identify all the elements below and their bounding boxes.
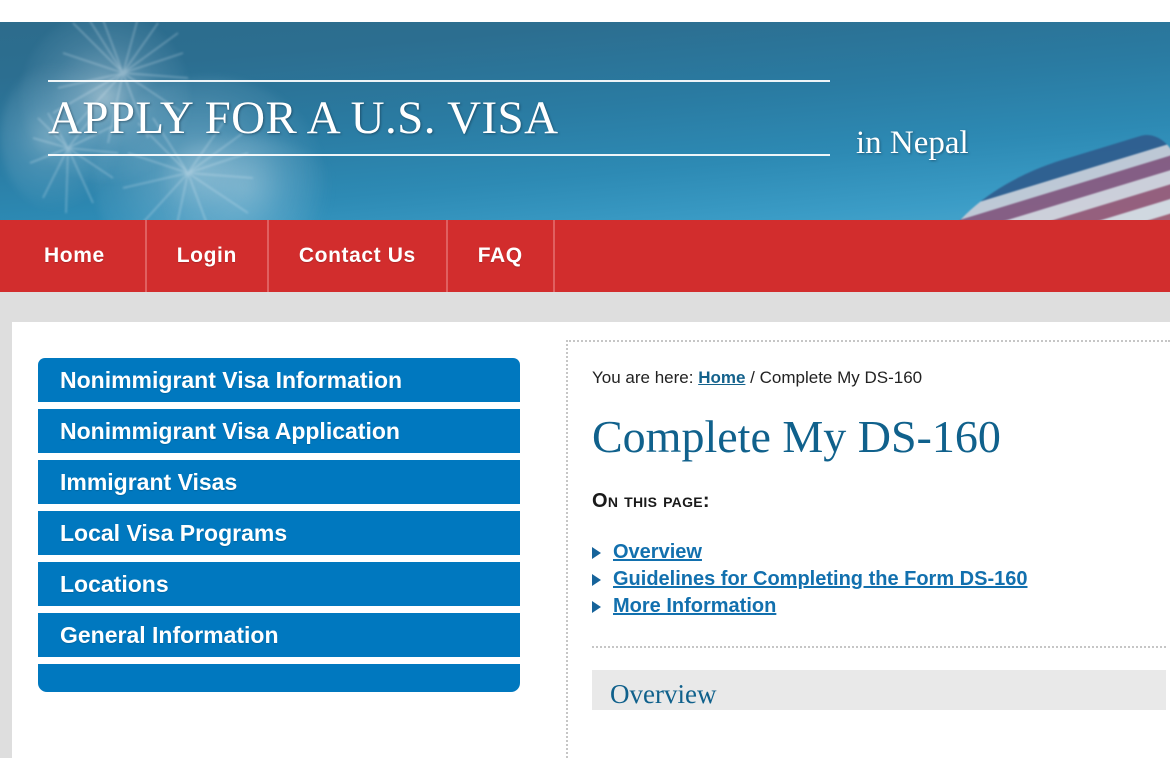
page-title: Complete My DS-160 xyxy=(592,411,1001,462)
sidebar-item-immigrant-visas[interactable]: Immigrant Visas xyxy=(38,460,520,504)
triangle-right-icon xyxy=(592,573,601,586)
on-this-page-list: Overview Guidelines for Completing the F… xyxy=(592,539,1170,620)
sidebar-item-empty-footer[interactable] xyxy=(38,664,520,692)
nav-item-contact-us[interactable]: Contact Us xyxy=(269,220,448,292)
triangle-right-icon xyxy=(592,546,601,559)
sidebar-menu: Nonimmigrant Visa Information Nonimmigra… xyxy=(38,358,520,692)
overview-section-header: Overview xyxy=(592,670,1166,710)
list-item: Guidelines for Completing the Form DS-16… xyxy=(592,566,1170,593)
banner-title-block: APPLY FOR A U.S. VISA xyxy=(48,80,830,156)
section-heading: Overview xyxy=(610,679,717,709)
banner-rule-bottom xyxy=(48,154,830,156)
toc-link-overview[interactable]: Overview xyxy=(613,541,702,564)
sidebar-item-nonimmigrant-visa-information[interactable]: Nonimmigrant Visa Information xyxy=(38,358,520,402)
toc-link-more-information[interactable]: More Information xyxy=(613,595,776,618)
main-navigation: Home Login Contact Us FAQ xyxy=(0,220,1170,292)
breadcrumb-prefix: You are here: xyxy=(592,368,694,387)
nav-item-login[interactable]: Login xyxy=(147,220,269,292)
sidebar-item-local-visa-programs[interactable]: Local Visa Programs xyxy=(38,511,520,555)
nav-item-home[interactable]: Home xyxy=(0,220,147,292)
triangle-right-icon xyxy=(592,600,601,613)
banner-title: APPLY FOR A U.S. VISA xyxy=(48,92,559,144)
on-this-page-heading: On This Page: xyxy=(592,490,710,512)
list-item: Overview xyxy=(592,539,1170,566)
breadcrumb-separator: / xyxy=(750,368,755,387)
breadcrumb: You are here: Home / Complete My DS-160 xyxy=(592,362,1170,388)
section-divider xyxy=(592,646,1166,648)
breadcrumb-link-home[interactable]: Home xyxy=(698,368,745,387)
sidebar-item-nonimmigrant-visa-application[interactable]: Nonimmigrant Visa Application xyxy=(38,409,520,453)
page-root: APPLY FOR A U.S. VISA in Nepal Home Logi… xyxy=(0,0,1170,758)
banner-country-subtitle: in Nepal xyxy=(856,125,969,161)
content-shell: Nonimmigrant Visa Information Nonimmigra… xyxy=(12,322,1170,758)
site-banner: APPLY FOR A U.S. VISA in Nepal xyxy=(0,22,1170,220)
breadcrumb-current: Complete My DS-160 xyxy=(759,368,923,387)
top-white-strip xyxy=(0,0,1170,22)
toc-link-guidelines[interactable]: Guidelines for Completing the Form DS-16… xyxy=(613,568,1028,591)
main-content-column: You are here: Home / Complete My DS-160 … xyxy=(566,340,1170,758)
sidebar-item-locations[interactable]: Locations xyxy=(38,562,520,606)
sidebar-item-general-information[interactable]: General Information xyxy=(38,613,520,657)
list-item: More Information xyxy=(592,593,1170,620)
nav-item-faq[interactable]: FAQ xyxy=(448,220,555,292)
